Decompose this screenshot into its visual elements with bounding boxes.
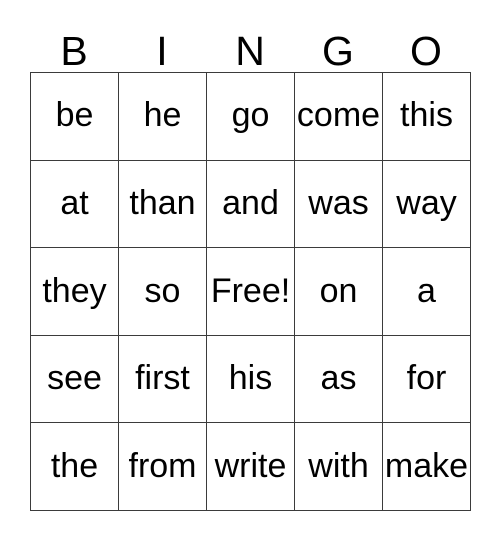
bingo-header-letter-i-text: I <box>156 28 168 74</box>
bingo-row: be he go come this <box>31 73 471 161</box>
bingo-cell-label: with <box>308 446 369 485</box>
bingo-cell[interactable]: he <box>119 73 207 161</box>
bingo-cell-label: write <box>214 446 287 485</box>
bingo-cell-label: he <box>143 96 182 135</box>
bingo-row: they so Free! on a <box>31 248 471 336</box>
bingo-cell-label: as <box>320 359 357 398</box>
bingo-cell-label: a <box>417 271 436 310</box>
bingo-cell-label: first <box>135 359 190 398</box>
bingo-free-space-label: Free! <box>210 271 291 310</box>
bingo-header-letter-b: B <box>30 22 118 72</box>
bingo-row: at than and was way <box>31 160 471 249</box>
bingo-cell[interactable]: for <box>383 335 471 424</box>
bingo-cell-label: come <box>296 96 381 135</box>
bingo-header-letter-n: N <box>206 22 294 72</box>
bingo-cell[interactable]: first <box>119 335 207 424</box>
bingo-cell[interactable]: see <box>31 335 119 424</box>
bingo-header-letter-o: O <box>382 22 470 72</box>
bingo-cell-label: go <box>231 96 270 135</box>
bingo-cell-label: way <box>396 184 457 223</box>
bingo-grid: be he go come this at than and was way t… <box>30 72 471 511</box>
bingo-cell[interactable]: come <box>295 73 383 161</box>
bingo-row: see first his as for <box>31 335 471 424</box>
bingo-header-letter-o-text: O <box>410 28 442 74</box>
bingo-cell-label: this <box>400 96 453 135</box>
bingo-cell-label: for <box>406 359 447 398</box>
bingo-header-letter-b-text: B <box>60 28 88 74</box>
bingo-cell[interactable]: was <box>295 160 383 249</box>
bingo-cell-label: was <box>308 184 369 223</box>
bingo-cell-label: see <box>47 359 102 398</box>
bingo-free-space-cell[interactable]: Free! <box>207 248 295 336</box>
bingo-cell-label: make <box>384 446 469 485</box>
bingo-cell[interactable]: on <box>295 248 383 336</box>
bingo-cell[interactable]: as <box>295 335 383 424</box>
bingo-cell[interactable]: they <box>31 248 119 336</box>
bingo-cell[interactable]: and <box>207 160 295 249</box>
bingo-header-row: B I N G O <box>30 22 470 72</box>
bingo-cell[interactable]: this <box>383 73 471 161</box>
bingo-cell[interactable]: so <box>119 248 207 336</box>
bingo-card: B I N G O be he go come this at than and… <box>30 22 471 511</box>
bingo-cell-label: so <box>144 271 181 310</box>
bingo-cell[interactable]: make <box>383 423 471 511</box>
bingo-cell[interactable]: with <box>295 423 383 511</box>
bingo-cell[interactable]: write <box>207 423 295 511</box>
bingo-cell-label: than <box>129 184 196 223</box>
bingo-header-letter-n-text: N <box>235 28 265 74</box>
bingo-cell[interactable]: go <box>207 73 295 161</box>
bingo-header-letter-g-text: G <box>322 28 354 74</box>
bingo-cell-label: on <box>319 271 358 310</box>
bingo-cell[interactable]: from <box>119 423 207 511</box>
bingo-header-letter-g: G <box>294 22 382 72</box>
bingo-cell[interactable]: a <box>383 248 471 336</box>
bingo-cell[interactable]: way <box>383 160 471 249</box>
bingo-cell[interactable]: his <box>207 335 295 424</box>
bingo-header-letter-i: I <box>118 22 206 72</box>
bingo-cell-label: the <box>50 446 99 485</box>
bingo-cell-label: from <box>128 446 197 485</box>
bingo-cell-label: they <box>42 271 107 310</box>
bingo-cell[interactable]: be <box>31 73 119 161</box>
bingo-cell-label: at <box>60 184 89 223</box>
bingo-cell-label: be <box>55 96 94 135</box>
bingo-row: the from write with make <box>31 423 471 511</box>
bingo-cell-label: and <box>222 184 279 223</box>
bingo-cell-label: his <box>228 359 273 398</box>
bingo-cell[interactable]: at <box>31 160 119 249</box>
bingo-cell[interactable]: than <box>119 160 207 249</box>
bingo-cell[interactable]: the <box>31 423 119 511</box>
